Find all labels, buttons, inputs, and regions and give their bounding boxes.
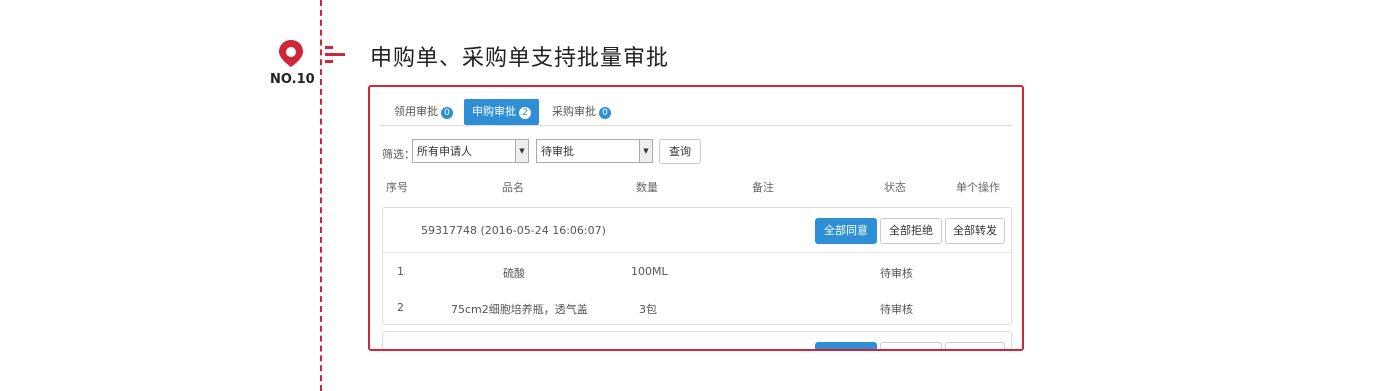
tab-requisition-approval[interactable]: 领用审批 0 — [386, 99, 461, 125]
row-name: 硫酸 — [503, 267, 525, 280]
feature-title: 申购单、采购单支持批量审批 — [370, 46, 670, 71]
approve-all-button[interactable] — [815, 342, 877, 349]
tab-count-badge: 0 — [599, 107, 611, 119]
approval-panel: 领用审批 0 申购审批 2 采购审批 0 筛选： 所有申请人 ▼ 待审批 ▼ 查询 序… — [380, 97, 1012, 349]
row-quantity: 100ML — [631, 265, 668, 278]
row-status: 待审核 — [880, 303, 913, 316]
reject-all-button[interactable] — [880, 342, 942, 349]
table-row: 1 硫酸 100ML 待审核 — [383, 253, 1011, 289]
header-action: 单个操作 — [956, 181, 1000, 194]
pin-connector — [325, 46, 345, 67]
status-select-value: 待审批 — [541, 145, 574, 158]
filter-label: 筛选： — [382, 148, 415, 161]
table-row: 2 75cm2细胞培养瓶，透气盖 3包 待审核 — [383, 289, 1011, 325]
header-name: 品名 — [502, 181, 524, 194]
header-status: 状态 — [884, 181, 906, 194]
dropdown-arrow-icon[interactable]: ▼ — [639, 140, 652, 162]
tab-label: 申购审批 — [472, 105, 516, 118]
tab-count-badge: 2 — [519, 107, 531, 119]
forward-all-button[interactable]: 全部转发 — [945, 218, 1005, 244]
tab-purchase-approval[interactable]: 采购审批 0 — [544, 99, 619, 125]
row-status: 待审核 — [880, 267, 913, 280]
applicant-select[interactable]: 所有申请人 ▼ — [412, 139, 529, 163]
dropdown-arrow-icon[interactable]: ▼ — [515, 140, 528, 162]
tab-count-badge: 0 — [441, 107, 453, 119]
feature-number: NO.10 — [270, 72, 315, 87]
table-header: 序号 品名 数量 备注 状态 单个操作 — [380, 166, 1012, 200]
row-index: 2 — [397, 301, 404, 314]
filter-bar: 筛选： 所有申请人 ▼ 待审批 ▼ 查询 — [380, 126, 1012, 166]
order-group-header: 59317748 (2016-05-24 16:06:07) 全部同意 全部拒绝… — [383, 208, 1011, 253]
tab-label: 采购审批 — [552, 105, 596, 118]
approval-tabs: 领用审批 0 申购审批 2 采购审批 0 — [380, 97, 1012, 126]
screenshot-frame: 领用审批 0 申购审批 2 采购审批 0 筛选： 所有申请人 ▼ 待审批 ▼ 查询 序… — [368, 85, 1024, 351]
row-name: 75cm2细胞培养瓶，透气盖 — [451, 303, 588, 316]
header-index: 序号 — [386, 181, 408, 194]
row-quantity: 3包 — [639, 303, 657, 316]
row-index: 1 — [397, 265, 404, 278]
applicant-select-value: 所有申请人 — [417, 145, 472, 158]
forward-all-button[interactable] — [945, 342, 1005, 349]
order-group: 59317748 (2016-05-24 16:06:07) 全部同意 全部拒绝… — [382, 207, 1012, 325]
tab-purchase-request-approval[interactable]: 申购审批 2 — [464, 99, 539, 125]
location-pin-icon — [279, 40, 303, 67]
header-quantity: 数量 — [636, 181, 658, 194]
status-select[interactable]: 待审批 ▼ — [536, 139, 653, 163]
query-button[interactable]: 查询 — [659, 139, 701, 164]
reject-all-button[interactable]: 全部拒绝 — [880, 218, 942, 244]
header-note: 备注 — [752, 181, 774, 194]
timeline-dashed-line — [320, 0, 322, 391]
order-group-next — [382, 331, 1012, 349]
approve-all-button[interactable]: 全部同意 — [815, 218, 877, 244]
order-id: 59317748 (2016-05-24 16:06:07) — [421, 224, 606, 237]
tab-label: 领用审批 — [394, 105, 438, 118]
